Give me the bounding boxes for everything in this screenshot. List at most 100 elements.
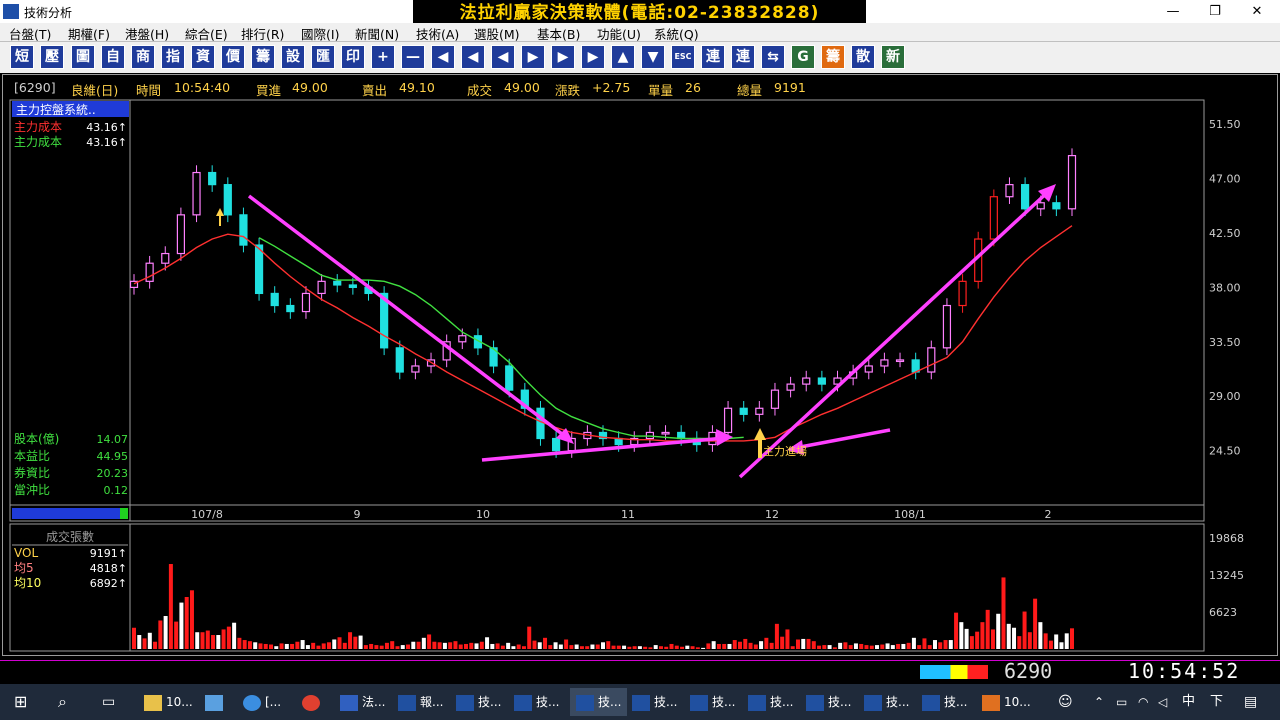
notification-icon[interactable]: ▤ xyxy=(1244,688,1257,716)
wifi-icon[interactable]: ◠ xyxy=(1138,688,1148,716)
volume-bar xyxy=(806,638,811,649)
taskbar-item-computer[interactable] xyxy=(205,688,227,716)
volume-bar xyxy=(658,646,663,649)
trend-annotations: 主力進場 xyxy=(216,184,1056,479)
taskbar-item-tech3-active[interactable]: 技... xyxy=(570,688,628,716)
volume-bar xyxy=(548,645,553,649)
candle-body xyxy=(677,431,686,440)
uptrend-arrow xyxy=(738,188,1052,479)
candle-body xyxy=(286,304,295,313)
battery-icon[interactable]: ▭ xyxy=(1116,688,1127,716)
volume-bar xyxy=(716,643,721,649)
volume-bar xyxy=(279,643,284,649)
volume-bar xyxy=(290,643,295,649)
x-tick-label: 9 xyxy=(354,508,361,521)
taskbar-item-ie[interactable]: [... xyxy=(243,688,281,716)
volume-bar xyxy=(448,642,453,649)
y-tick-label: 47.00 xyxy=(1209,173,1241,186)
taskbar-item-report[interactable]: 報... xyxy=(398,688,443,716)
taskbar-item-app[interactable]: 法... xyxy=(340,688,385,716)
volume-bar xyxy=(337,637,342,649)
volume-bar xyxy=(722,643,727,649)
taskbar-item-tech9[interactable]: 技... xyxy=(922,688,967,716)
taskbar-item-tech5[interactable]: 技... xyxy=(690,688,735,716)
task-view-icon[interactable]: ▭ xyxy=(102,688,115,716)
volume-bar xyxy=(653,645,658,649)
taskbar-item-tech6[interactable]: 技... xyxy=(748,688,793,716)
volume-bar xyxy=(458,644,463,649)
volume-bar xyxy=(295,641,300,649)
cost-line-red xyxy=(133,225,1073,442)
volume-bar xyxy=(875,645,880,649)
volume-bar xyxy=(237,637,242,649)
volume-bar xyxy=(685,645,690,649)
taskbar-item-tech8[interactable]: 技... xyxy=(864,688,909,716)
volume-bar xyxy=(927,645,932,649)
people-icon[interactable]: ☺ xyxy=(1058,688,1073,716)
taskbar-item-tech4[interactable]: 技... xyxy=(632,688,677,716)
candle-body xyxy=(817,377,826,385)
volume-bars xyxy=(132,564,1074,649)
volume-bar xyxy=(132,627,136,649)
cost-line-green xyxy=(258,237,744,440)
volume-bar xyxy=(374,645,379,649)
volume-bar xyxy=(611,645,616,649)
volume-bar xyxy=(305,645,310,649)
taskbar-item-chrome[interactable] xyxy=(302,688,324,716)
scroll-thumb[interactable] xyxy=(120,508,128,519)
volume-bar xyxy=(637,646,642,649)
search-icon[interactable]: ⌕ xyxy=(58,688,67,716)
volume-bar xyxy=(864,645,869,649)
volume-bar xyxy=(780,636,785,649)
volume-bar xyxy=(479,641,484,649)
volume-bar xyxy=(975,631,980,649)
taskbar-item-tech2[interactable]: 技... xyxy=(514,688,559,716)
start-icon[interactable]: ⊞ xyxy=(14,688,27,716)
volume-bar xyxy=(258,643,263,649)
volume-bar xyxy=(801,638,806,649)
volume-bar xyxy=(869,645,874,649)
volume-bar xyxy=(627,646,632,649)
volume-bar xyxy=(764,637,769,649)
ie-icon xyxy=(243,694,261,711)
volume-bar xyxy=(274,646,279,649)
status-stock-code[interactable]: 6290 xyxy=(1004,659,1052,683)
chart-app-icon xyxy=(576,694,594,711)
app-icon xyxy=(340,694,358,711)
volume-bar xyxy=(738,641,743,649)
candle-body xyxy=(1036,202,1045,210)
volume-bar xyxy=(284,643,289,649)
candle-body xyxy=(927,347,936,373)
volume-bar xyxy=(558,644,563,649)
taskbar-item-office[interactable]: 10... xyxy=(982,688,1031,716)
volume-bar xyxy=(1043,633,1048,649)
volume-bar xyxy=(732,640,737,649)
volume-bar xyxy=(326,642,331,649)
volume-icon[interactable]: ◁ xyxy=(1158,688,1167,716)
y-axis: 51.50 47.00 42.50 38.00 33.50 29.00 24.50 xyxy=(1209,118,1241,457)
volume-bar xyxy=(680,646,685,649)
volume-bar xyxy=(1038,622,1043,649)
x-tick-label: 10 xyxy=(476,508,490,521)
volume-bar xyxy=(532,640,537,649)
tray-chevron-icon[interactable]: ⌃ xyxy=(1094,688,1104,716)
indicator-header[interactable]: 主力控盤系統.. xyxy=(16,103,96,117)
volume-bar xyxy=(996,613,1001,649)
volume-bar xyxy=(743,638,748,649)
status-clock: 10:54:52 xyxy=(1128,659,1241,683)
daytrade-value: 0.12 xyxy=(104,484,129,497)
tray-clock[interactable]: 下 xyxy=(1210,688,1223,716)
taskbar-item-folder[interactable]: 10... xyxy=(144,688,193,716)
volume-bar xyxy=(901,643,906,649)
volume-bar xyxy=(205,630,210,649)
volume-bar xyxy=(406,644,411,649)
vol-label: VOL xyxy=(14,546,38,560)
technical-chart[interactable]: 主力控盤系統.. 主力成本 43.16↑ 主力成本 43.16↑ 股本(億) 1… xyxy=(0,0,1280,720)
taskbar-item-tech7[interactable]: 技... xyxy=(806,688,851,716)
taskbar-item-tech1[interactable]: 技... xyxy=(456,688,501,716)
ime-indicator[interactable]: 中 xyxy=(1182,688,1195,716)
volume-bar xyxy=(553,642,558,649)
scroll-track[interactable] xyxy=(12,508,120,519)
moving-average-lines xyxy=(133,225,1073,442)
chart-app-icon xyxy=(864,694,882,711)
